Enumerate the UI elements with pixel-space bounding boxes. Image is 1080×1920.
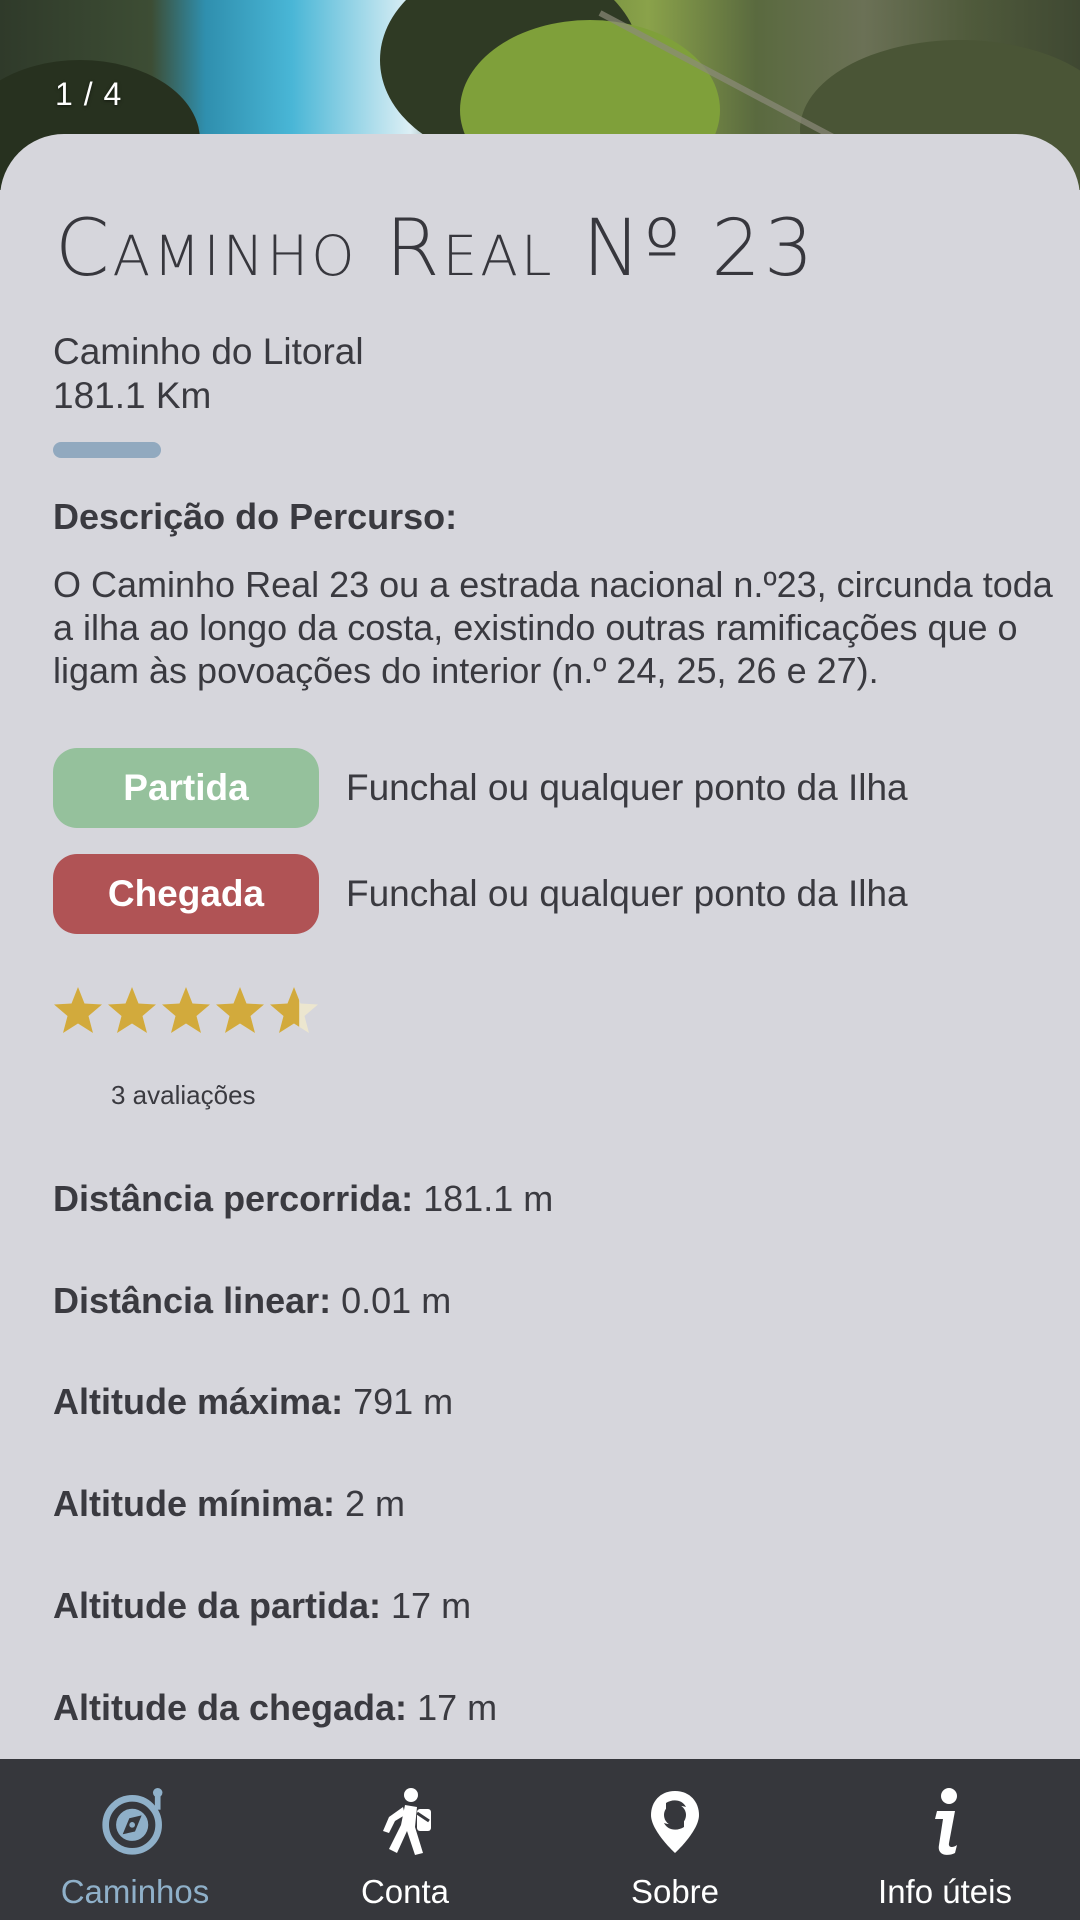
- description-text: O Caminho Real 23 ou a estrada nacional …: [53, 564, 1053, 691]
- stat-row: Distância linear: 0.01 m: [53, 1280, 451, 1322]
- tab-label: Sobre: [630, 1873, 720, 1910]
- divider: [53, 442, 161, 458]
- end-badge: Chegada: [53, 854, 319, 934]
- stat-label: Distância percorrida:: [53, 1178, 414, 1219]
- gallery-counter: 1 / 4: [55, 76, 123, 112]
- stat-value: 17 m: [391, 1585, 472, 1626]
- stat-row: Altitude mínima: 2 m: [53, 1483, 405, 1525]
- start-badge: Partida: [53, 748, 319, 828]
- tab-info-uteis[interactable]: Info úteis: [810, 1759, 1080, 1920]
- stat-value: 0.01 m: [341, 1280, 452, 1321]
- page-title: Caminho Real Nº 23: [55, 204, 817, 294]
- star-icon[interactable]: [268, 985, 320, 1037]
- stat-row: Altitude da chegada: 17 m: [53, 1687, 497, 1729]
- reviews-count: 3 avaliações: [111, 1080, 256, 1110]
- stat-value: 791 m: [353, 1381, 454, 1422]
- tab-caminhos[interactable]: Caminhos: [0, 1759, 270, 1920]
- star-icon[interactable]: [214, 985, 266, 1037]
- end-location: Funchal ou qualquer ponto da Ilha: [346, 873, 908, 914]
- stat-row: Distância percorrida: 181.1 m: [53, 1178, 553, 1220]
- tab-label: Conta: [360, 1873, 450, 1910]
- tab-bar: Caminhos Conta Sobre Info úteis: [0, 1759, 1080, 1920]
- stat-row: Altitude da partida: 17 m: [53, 1585, 471, 1627]
- description-heading: Descrição do Percurso:: [53, 496, 458, 537]
- route-meta: Caminho do Litoral 181.1 Km: [53, 330, 364, 418]
- route-length: 181.1 Km: [53, 375, 212, 416]
- start-location: Funchal ou qualquer ponto da Ilha: [346, 767, 908, 808]
- star-icon[interactable]: [160, 985, 212, 1037]
- tab-sobre[interactable]: Sobre: [540, 1759, 810, 1920]
- star-icon[interactable]: [52, 985, 104, 1037]
- stat-label: Altitude da chegada:: [53, 1687, 408, 1728]
- rating-stars[interactable]: [52, 985, 320, 1037]
- stat-value: 17 m: [417, 1687, 498, 1728]
- tab-conta[interactable]: Conta: [270, 1759, 540, 1920]
- stat-value: 2 m: [345, 1483, 406, 1524]
- tab-label: Caminhos: [60, 1873, 210, 1910]
- info-icon: [910, 1787, 980, 1857]
- location-pin-icon: [640, 1787, 710, 1857]
- stat-label: Altitude máxima:: [53, 1381, 344, 1422]
- stat-label: Distância linear:: [53, 1280, 332, 1321]
- stat-value: 181.1 m: [423, 1178, 554, 1219]
- compass-icon: [100, 1787, 170, 1857]
- route-category: Caminho do Litoral: [53, 331, 364, 372]
- star-icon[interactable]: [106, 985, 158, 1037]
- hiker-icon: [370, 1787, 440, 1857]
- stat-label: Altitude mínima:: [53, 1483, 336, 1524]
- tab-label: Info úteis: [878, 1873, 1012, 1910]
- stat-row: Altitude máxima: 791 m: [53, 1381, 453, 1423]
- stat-label: Altitude da partida:: [53, 1585, 382, 1626]
